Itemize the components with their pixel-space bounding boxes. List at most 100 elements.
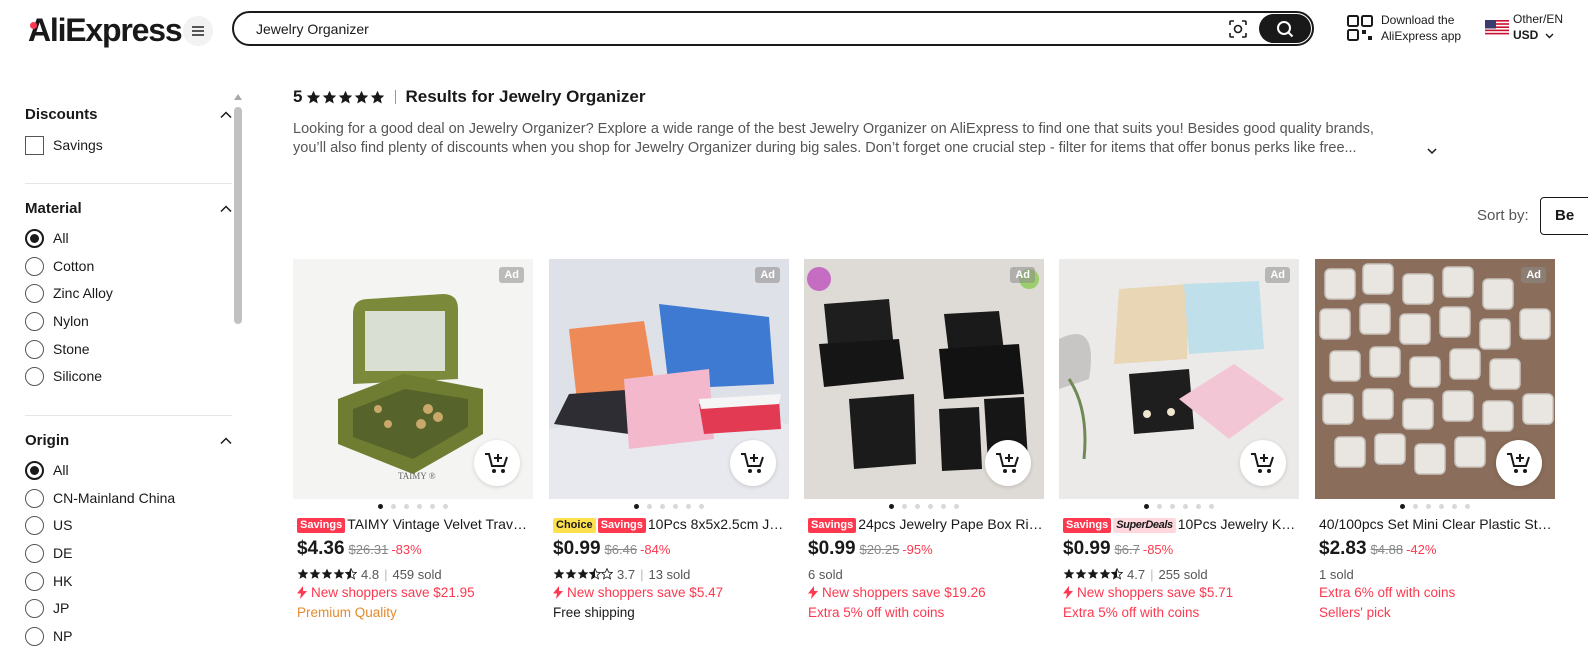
carousel-dot[interactable] (941, 504, 946, 509)
add-to-cart-button[interactable] (1496, 440, 1542, 486)
product-image[interactable]: TAIMY ® Ad (293, 259, 533, 499)
carousel-dot[interactable] (902, 504, 907, 509)
carousel-dot[interactable] (1439, 504, 1444, 509)
material-option-nylon[interactable]: Nylon (25, 310, 89, 332)
product-title-row[interactable]: SavingsTAIMY Vintage Velvet Travel Jewel… (297, 515, 533, 533)
add-to-cart-button[interactable] (474, 440, 520, 486)
origin-option-all[interactable]: All (25, 459, 69, 481)
carousel-dot[interactable] (1157, 504, 1162, 509)
image-search-icon[interactable] (1228, 19, 1248, 39)
material-option-silicone[interactable]: Silicone (25, 365, 102, 387)
material-option-zinc-alloy[interactable]: Zinc Alloy (25, 282, 113, 304)
chevron-up-icon[interactable] (220, 436, 232, 446)
radio[interactable] (25, 571, 44, 591)
carousel-dot[interactable] (686, 504, 691, 509)
carousel-dot[interactable] (404, 504, 409, 509)
expand-chevron-icon[interactable] (1426, 146, 1438, 156)
radio[interactable] (25, 311, 44, 331)
carousel-dot[interactable] (699, 504, 704, 509)
filter-option-savings[interactable]: Savings (25, 134, 103, 156)
carousel-dot[interactable] (634, 504, 639, 509)
radio[interactable] (25, 256, 44, 276)
radio-selected[interactable] (25, 228, 44, 248)
radio[interactable] (25, 366, 44, 386)
carousel-dot[interactable] (889, 504, 894, 509)
product-card[interactable]: Ad Savings24pcs Jewelry Pape Box Ring Bo… (804, 259, 1044, 653)
radio[interactable] (25, 598, 44, 618)
add-to-cart-button[interactable] (730, 440, 776, 486)
origin-option-hk[interactable]: HK (25, 570, 72, 592)
carousel-dot[interactable] (1183, 504, 1188, 509)
product-image[interactable]: Ad (1315, 259, 1555, 499)
discounts-title[interactable]: Discounts (25, 104, 232, 126)
chevron-up-icon[interactable] (220, 110, 232, 120)
language-currency-selector[interactable]: Other/EN USD (1513, 11, 1563, 43)
carousel-dot[interactable] (378, 504, 383, 509)
carousel-dot[interactable] (443, 504, 448, 509)
radio[interactable] (25, 626, 44, 646)
material-option-cotton[interactable]: Cotton (25, 255, 94, 277)
origin-title[interactable]: Origin (25, 430, 232, 452)
download-app-link[interactable]: Download the AliExpress app (1381, 12, 1461, 44)
carousel-dot[interactable] (430, 504, 435, 509)
origin-option-us[interactable]: US (25, 514, 72, 536)
aliexpress-logo[interactable]: AliExpress (28, 12, 183, 48)
product-image[interactable]: Ad (804, 259, 1044, 499)
radio[interactable] (25, 543, 44, 563)
product-image[interactable]: Ad (1059, 259, 1299, 499)
chevron-up-icon[interactable] (220, 204, 232, 214)
carousel-dot[interactable] (915, 504, 920, 509)
carousel-dot[interactable] (647, 504, 652, 509)
radio[interactable] (25, 488, 44, 508)
product-card[interactable]: Ad Savings SuperDeals 10Pcs Jewelry Kraft … (1059, 259, 1299, 653)
image-carousel-dots[interactable] (293, 504, 533, 510)
carousel-dot[interactable] (391, 504, 396, 509)
image-carousel-dots[interactable] (549, 504, 789, 510)
carousel-dot[interactable] (954, 504, 959, 509)
image-carousel-dots[interactable] (1315, 504, 1555, 510)
carousel-dot[interactable] (1400, 504, 1405, 509)
sidebar-scrollbar[interactable] (234, 107, 242, 324)
product-title-row[interactable]: Savings24pcs Jewelry Pape Box Ring Box (808, 515, 1044, 533)
image-carousel-dots[interactable] (804, 504, 1044, 510)
product-title-row[interactable]: 40/100pcs Set Mini Clear Plastic Storage… (1319, 515, 1555, 533)
carousel-dot[interactable] (417, 504, 422, 509)
qr-code-icon[interactable] (1347, 15, 1373, 41)
radio[interactable] (25, 515, 44, 535)
carousel-dot[interactable] (928, 504, 933, 509)
material-option-all[interactable]: All (25, 227, 69, 249)
product-card[interactable]: Ad ChoiceSavings10Pcs 8x5x2.5cm Jewelry … (549, 259, 789, 653)
product-title-row[interactable]: ChoiceSavings10Pcs 8x5x2.5cm Jewelry Box (553, 515, 789, 533)
material-title[interactable]: Material (25, 198, 232, 220)
carousel-dot[interactable] (1465, 504, 1470, 509)
search-button[interactable] (1259, 14, 1311, 43)
carousel-dot[interactable] (1196, 504, 1201, 509)
carousel-dot[interactable] (1426, 504, 1431, 509)
origin-option-cn[interactable]: CN-Mainland China (25, 487, 175, 509)
origin-option-de[interactable]: DE (25, 542, 72, 564)
carousel-dot[interactable] (1413, 504, 1418, 509)
image-carousel-dots[interactable] (1059, 504, 1299, 510)
material-option-stone[interactable]: Stone (25, 338, 90, 360)
carousel-dot[interactable] (1144, 504, 1149, 509)
add-to-cart-button[interactable] (1240, 440, 1286, 486)
scroll-up-arrow[interactable] (234, 94, 242, 100)
carousel-dot[interactable] (1452, 504, 1457, 509)
radio[interactable] (25, 283, 44, 303)
carousel-dot[interactable] (1209, 504, 1214, 509)
add-to-cart-button[interactable] (985, 440, 1031, 486)
product-card[interactable]: Ad 40/100pcs Set Mini Clear Plastic Stor… (1315, 259, 1555, 653)
product-card[interactable]: TAIMY ® Ad Savings TAIMY Vintage Velvet T… (293, 259, 533, 653)
radio[interactable] (25, 339, 44, 359)
carousel-dot[interactable] (673, 504, 678, 509)
radio-selected[interactable] (25, 460, 44, 480)
us-flag-icon[interactable] (1485, 20, 1509, 36)
carousel-dot[interactable] (660, 504, 665, 509)
sort-dropdown[interactable]: Be (1540, 197, 1588, 235)
product-title-row[interactable]: SavingsSuperDeals10Pcs Jewelry Kraft Pap… (1063, 515, 1299, 533)
origin-option-np[interactable]: NP (25, 625, 72, 647)
search-input[interactable] (256, 19, 1156, 39)
menu-button[interactable] (183, 16, 213, 46)
origin-option-jp[interactable]: JP (25, 597, 69, 619)
product-image[interactable]: Ad (549, 259, 789, 499)
